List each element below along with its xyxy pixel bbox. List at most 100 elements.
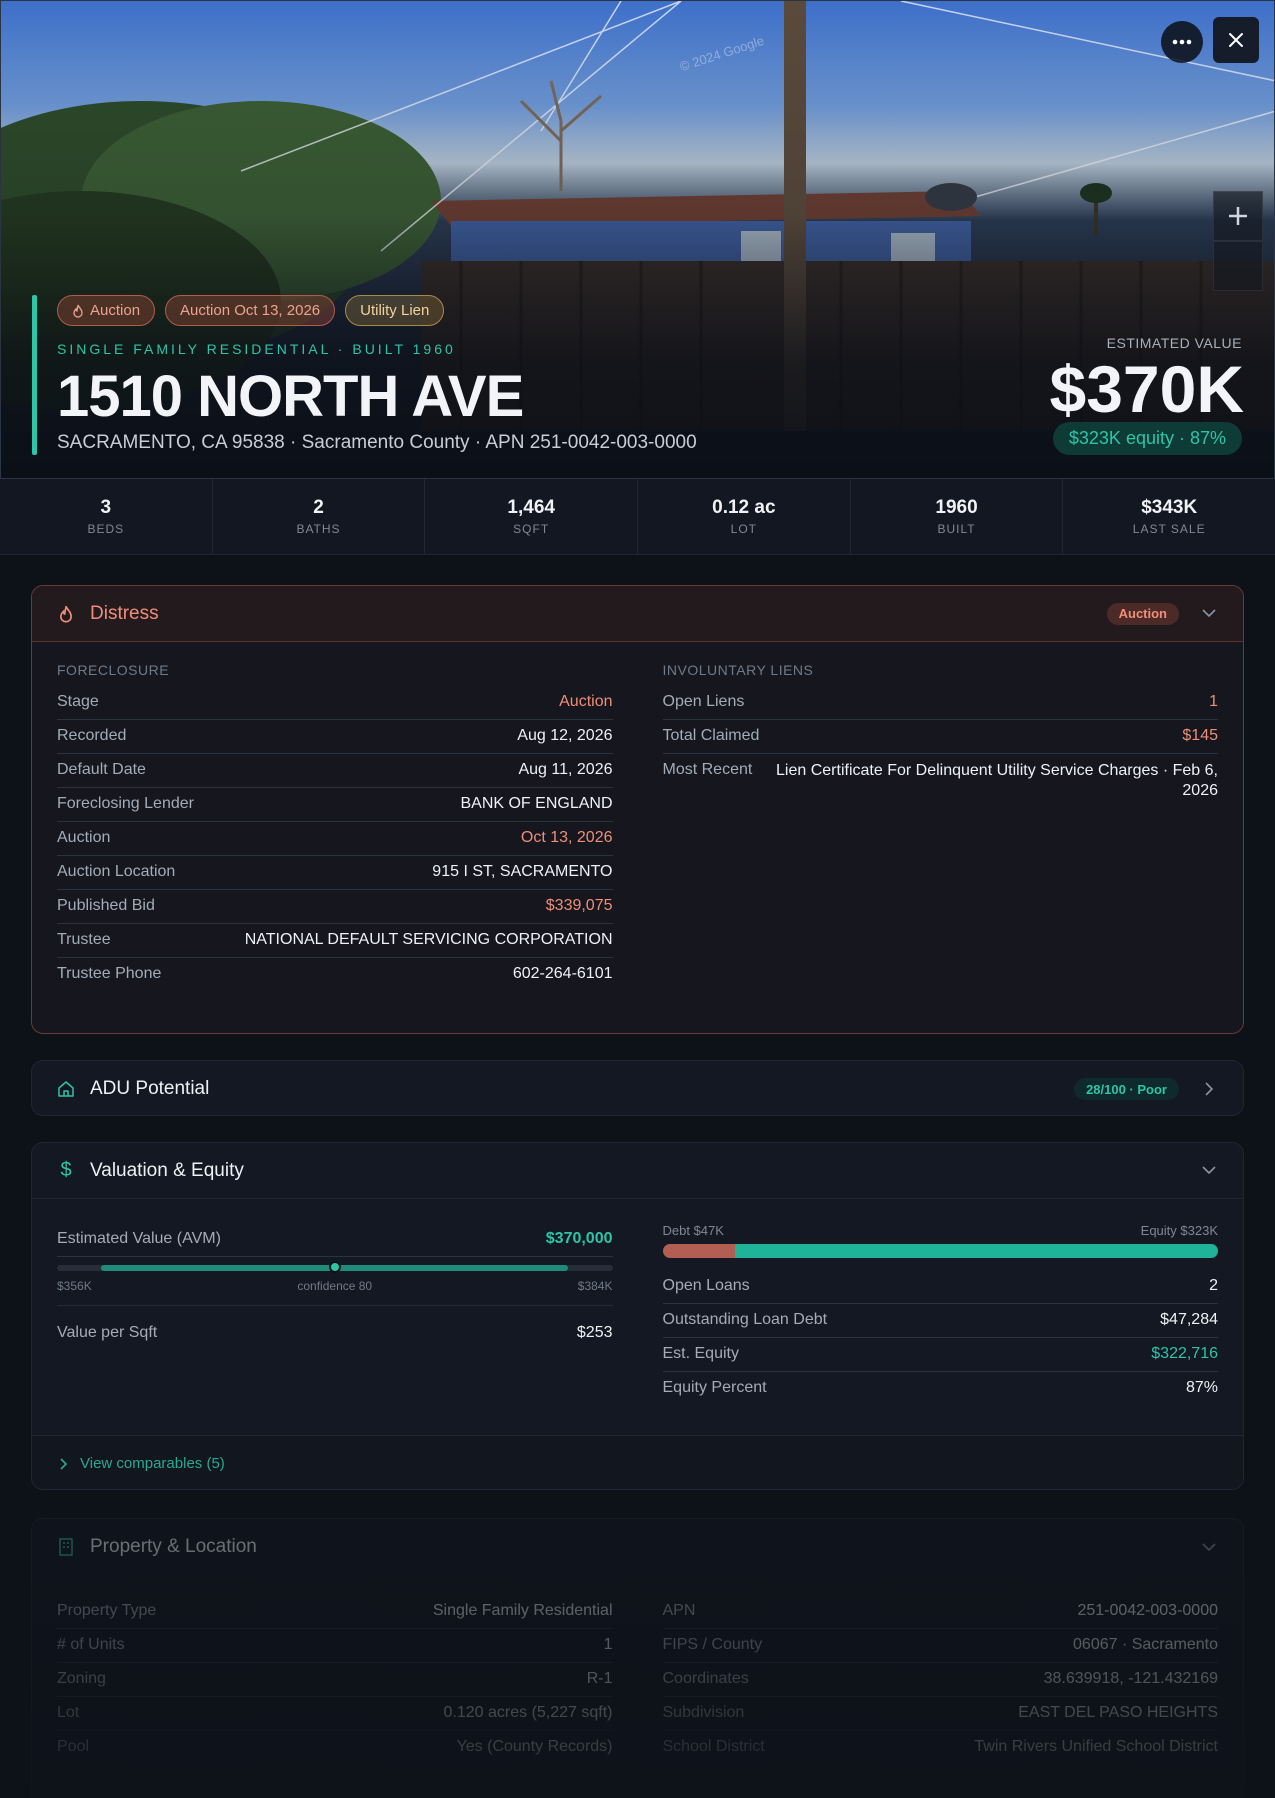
liens-label: INVOLUNTARY LIENS [662, 662, 814, 678]
detail-value: R-1 [586, 1670, 613, 1687]
detail-key: Open Loans [662, 1277, 750, 1294]
chevron-down-icon[interactable] [1199, 1161, 1219, 1181]
equity-rows: Open Loans 2 Outstanding Loan Debt $47,284 E… [662, 1270, 1219, 1405]
distress-header[interactable]: Distress Auction [32, 586, 1243, 642]
flame-icon [56, 604, 76, 624]
detail-row: Trustee NATIONAL DEFAULT SERVICING CORPOR… [57, 924, 613, 958]
zoom-out-button[interactable] [1213, 241, 1263, 291]
detail-key: Auction Location [57, 863, 176, 880]
detail-row: Stage Auction [57, 686, 613, 720]
status-badges: Auction Auction Oct 13, 2026 Utility Lie… [57, 295, 445, 326]
hero-accent-bar [32, 295, 37, 455]
detail-key: Outstanding Loan Debt [662, 1311, 828, 1328]
adu-title: ADU Potential [90, 1078, 210, 1099]
debt-label: Debt $47K [662, 1223, 724, 1238]
stat-baths: 2 BATHS [213, 479, 426, 554]
detail-key: Subdivision [662, 1704, 745, 1721]
avm-confidence: confidence 80 [297, 1279, 373, 1293]
property-header[interactable]: Property & Location [32, 1519, 1243, 1575]
detail-key: Trustee [57, 931, 111, 948]
building-icon [56, 1537, 76, 1557]
debt-equity-labels: Debt $47K Equity $323K [663, 1223, 1219, 1238]
value-per-sqft-row: Value per Sqft $253 [57, 1324, 613, 1341]
detail-row: Trustee Phone 602-264-6101 [57, 958, 613, 991]
equity-label: Equity $323K [1140, 1223, 1218, 1238]
avm-section: Estimated Value (AVM) $370,000 $356K con… [57, 1223, 613, 1405]
detail-value: Yes (County Records) [456, 1738, 613, 1755]
equity-segment [734, 1244, 1218, 1258]
detail-row: Subdivision EAST DEL PASO HEIGHTS [662, 1697, 1218, 1731]
zoom-in-button[interactable] [1213, 191, 1263, 241]
lien-rows: Open Liens 1 Total Claimed $145 Most Recent L… [662, 686, 1219, 809]
detail-key: Most Recent [662, 761, 753, 778]
hero-photo: © 2024 Google Auction Auction Oct 13, 20… [0, 0, 1275, 479]
stat-beds: 3 BEDS [0, 479, 213, 554]
stat-built: 1960 BUILT [851, 479, 1064, 554]
detail-key: Total Claimed [662, 727, 760, 744]
debt-segment [662, 1244, 735, 1258]
detail-value: 602-264-6101 [512, 965, 613, 982]
detail-value: NATIONAL DEFAULT SERVICING CORPORATION [244, 931, 613, 948]
view-comparables-link[interactable]: View comparables (5) [32, 1435, 1243, 1489]
valuation-equity-card: $ Valuation & Equity Estimated Value (AV… [31, 1142, 1244, 1490]
detail-value: 1 [1209, 693, 1218, 710]
chevron-right-icon[interactable] [1199, 1079, 1219, 1099]
adu-potential-card[interactable]: ADU Potential 28/100 · Poor [31, 1060, 1244, 1116]
detail-value: EAST DEL PASO HEIGHTS [1018, 1704, 1218, 1721]
detail-value: Aug 11, 2026 [518, 761, 613, 778]
detail-row: Published Bid $339,075 [57, 890, 613, 924]
detail-row: Open Loans 2 [662, 1270, 1218, 1304]
detail-key: Recorded [57, 727, 127, 744]
chevron-down-icon[interactable] [1199, 1537, 1219, 1557]
detail-value: Lien Certificate For Delinquent Utility … [776, 762, 1218, 799]
detail-value: $339,075 [545, 897, 613, 914]
detail-value: 38.639918, -121.432169 [1043, 1670, 1218, 1687]
debt-equity-bar [662, 1244, 1218, 1258]
stat-sqft: 1,464 SQFT [425, 479, 639, 554]
chevron-right-icon [60, 1457, 68, 1470]
adu-header[interactable]: ADU Potential 28/100 · Poor [32, 1061, 1243, 1115]
equity-pill: $323K equity · 87% [1052, 422, 1242, 455]
avm-confidence-bar [57, 1261, 613, 1273]
detail-row: Auction Location 915 I ST, SACRAMENTO [57, 856, 613, 890]
detail-value: 2 [1209, 1277, 1218, 1294]
detail-value: 915 I ST, SACRAMENTO [432, 863, 613, 880]
detail-row: Most Recent Lien Certificate For Delinque… [663, 754, 1219, 809]
detail-key: Default Date [57, 761, 146, 778]
valuation-header[interactable]: $ Valuation & Equity [32, 1143, 1243, 1199]
detail-row: Outstanding Loan Debt $47,284 [662, 1304, 1218, 1338]
ellipsis-icon [1172, 39, 1192, 45]
detail-value: $145 [1182, 727, 1218, 744]
detail-row: Coordinates 38.639918, -121.432169 [662, 1663, 1218, 1697]
detail-key: Published Bid [57, 897, 155, 914]
foreclosure-section: FORECLOSURE Stage Auction Recorded Aug 12, … [57, 662, 613, 991]
property-details-right: APN 251-0042-003-0000 FIPS / County 06067 ·… [662, 1595, 1219, 1764]
detail-key: Coordinates [662, 1670, 749, 1687]
close-button[interactable] [1213, 17, 1259, 63]
chevron-down-icon[interactable] [1199, 604, 1219, 624]
detail-value: Twin Rivers Unified School District [974, 1738, 1218, 1755]
property-address-title: 1510 NORTH AVE [57, 364, 524, 429]
avm-point-marker [328, 1261, 341, 1273]
property-subtitle: SINGLE FAMILY RESIDENTIAL · BUILT 1960 [57, 341, 456, 357]
close-icon [1229, 33, 1243, 47]
badge-utility-lien: Utility Lien [345, 295, 445, 326]
more-options-button[interactable] [1161, 21, 1203, 63]
detail-row: Property Type Single Family Residential [57, 1595, 613, 1629]
avm-high: $384K [577, 1279, 613, 1293]
detail-row: Equity Percent 87% [663, 1372, 1219, 1405]
detail-key: FIPS / County [662, 1636, 763, 1653]
adu-score-badge: 28/100 · Poor [1074, 1078, 1179, 1100]
property-location-card: Property & Location Property Type Single … [31, 1518, 1244, 1798]
detail-value: Auction [559, 693, 613, 710]
property-details-left: Property Type Single Family Residential # … [57, 1595, 613, 1764]
detail-row: Recorded Aug 12, 2026 [57, 720, 613, 754]
detail-value: $322,716 [1151, 1345, 1218, 1362]
badge-auction-date: Auction Oct 13, 2026 [165, 295, 336, 326]
valuation-title: Valuation & Equity [90, 1159, 244, 1181]
detail-row: Lot 0.120 acres (5,227 sqft) [57, 1697, 613, 1731]
detail-key: Foreclosing Lender [57, 795, 194, 812]
estimated-value: $370K [1049, 352, 1245, 426]
foreclosure-rows: Stage Auction Recorded Aug 12, 2026 Default … [57, 686, 613, 991]
detail-row: School District Twin Rivers Unified Schoo… [663, 1731, 1219, 1764]
